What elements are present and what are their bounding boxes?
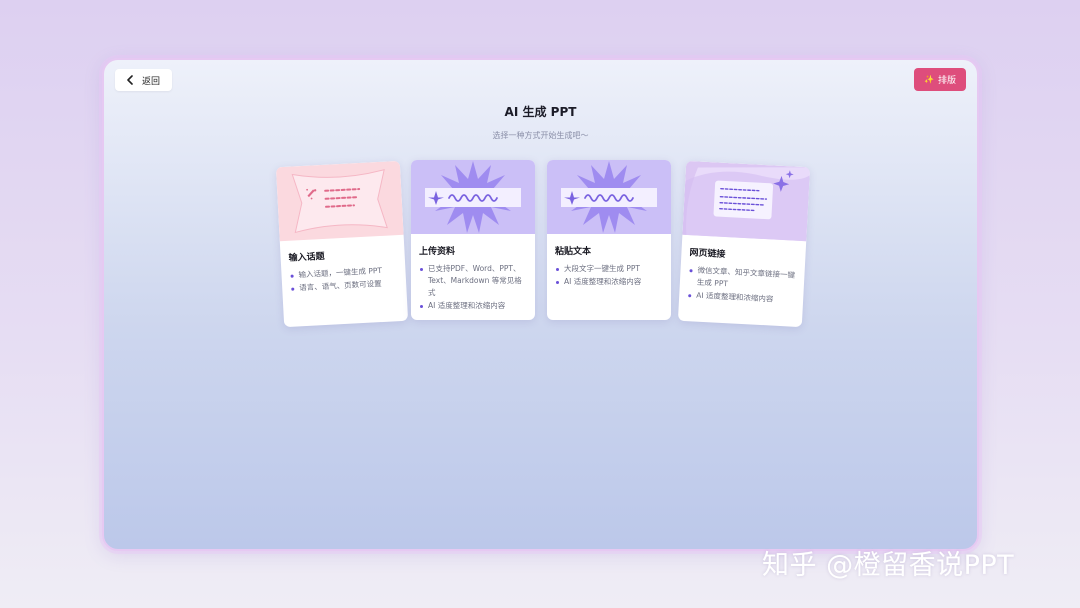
card-upload-material[interactable]: 上传资料 已支持PDF、Word、PPT、Text、Markdown 等常见格式… [411,160,535,320]
feature-item: 大段文字一键生成 PPT [555,263,663,275]
page-subtitle: 选择一种方式开始生成吧～ [492,131,589,140]
feature-item: AI 适度整理和浓缩内容 [555,276,663,288]
layout-button[interactable]: ✨ 排版 [914,68,966,91]
sparkle-icon: ✨ [924,75,934,84]
layout-label: 排版 [937,76,956,86]
weblink-illustration [682,160,811,242]
topic-illustration [275,160,404,242]
back-label: 返回 [142,76,161,87]
card-title: 输入话题 [288,251,325,264]
feature-item: 已支持PDF、Word、PPT、Text、Markdown 等常见格式 [419,263,527,299]
card-input-topic[interactable]: 输入话题 输入话题，一键生成 PPT 语言、语气、页数可设置 [275,160,409,328]
chevron-left-icon [127,75,133,85]
ai-ppt-dialog: 返回 ✨ 排版 AI 生成 PPT 选择一种方式开始生成吧～ 输入话题 输入话题… [102,58,979,551]
upload-illustration [411,160,535,234]
card-web-link[interactable]: 网页链接 微信文章、知乎文章链接一键生成 PPT AI 适度整理和浓缩内容 [677,160,811,328]
paste-illustration [547,160,671,234]
card-paste-text[interactable]: 粘贴文本 大段文字一键生成 PPT AI 适度整理和浓缩内容 [547,160,671,320]
feature-item: AI 适度整理和浓缩内容 [419,300,527,312]
card-title: 粘贴文本 [555,247,592,257]
page-title: AI 生成 PPT [504,105,577,119]
back-button[interactable]: 返回 [115,69,172,91]
watermark: 知乎 @橙留香说PPT [762,550,1015,581]
card-title: 上传资料 [419,247,456,257]
card-title: 网页链接 [689,248,726,261]
